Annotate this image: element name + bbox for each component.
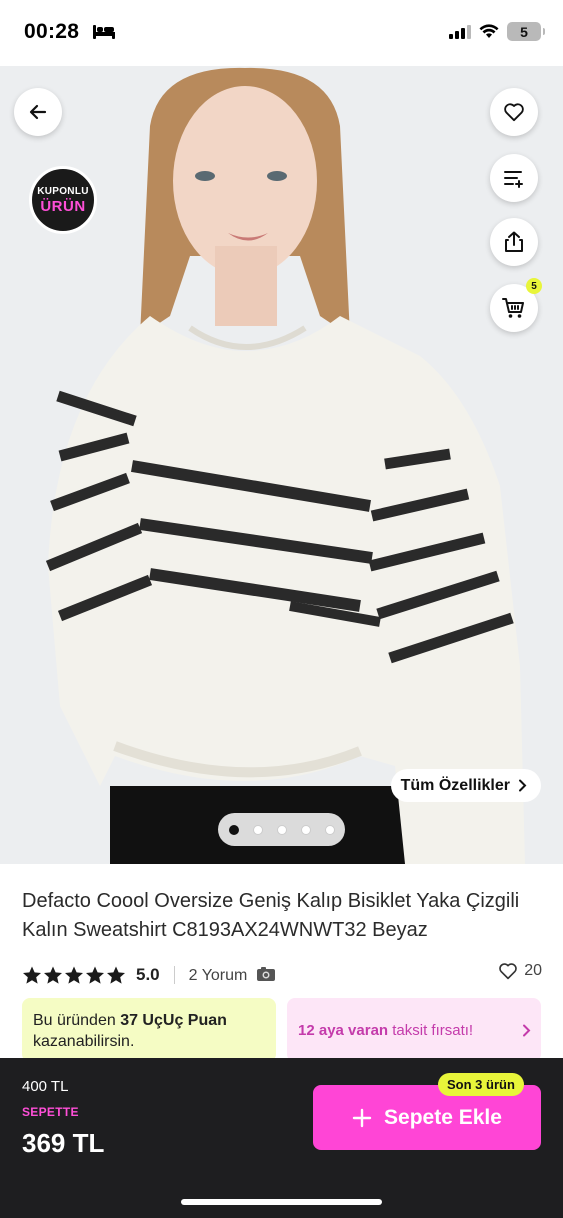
coupon-badge: KUPONLU ÜRÜN	[29, 166, 97, 234]
product-title: Defacto Coool Oversize Geniş Kalıp Bisik…	[22, 890, 520, 941]
cart-icon	[502, 298, 524, 318]
original-price: 400 TL	[22, 1078, 69, 1095]
image-pager[interactable]	[218, 813, 345, 846]
sleep-mode-icon	[93, 25, 115, 39]
share-icon	[505, 231, 523, 252]
reviews-link[interactable]: 2 Yorum	[189, 966, 276, 985]
points-prefix: Bu üründen	[33, 1012, 121, 1029]
stock-badge: Son 3 ürün	[438, 1073, 524, 1096]
basket-price: 369 TL	[22, 1128, 105, 1158]
chevron-right-icon	[523, 1024, 531, 1036]
favorite-button[interactable]	[490, 88, 538, 136]
reviews-label: 2 Yorum	[188, 966, 248, 984]
heart-icon	[499, 963, 517, 980]
favorite-count-value: 20	[524, 962, 542, 979]
pager-dot[interactable]	[228, 824, 239, 835]
signal-icon	[449, 24, 471, 39]
list-add-icon	[504, 171, 523, 188]
star-icon	[86, 966, 104, 984]
wifi-icon	[479, 24, 499, 38]
chevron-right-icon	[519, 779, 527, 792]
installment-bold: 12 aya varan	[298, 1021, 389, 1039]
pager-dot[interactable]	[276, 824, 287, 835]
points-suffix: kazanabilirsin.	[33, 1033, 135, 1050]
purchase-bar: 400 TL SEPETTE 369 TL Sepete Ekle Son 3 …	[0, 1058, 563, 1218]
points-amount: 37 UçUç Puan	[120, 1012, 227, 1029]
status-time: 00:28	[24, 20, 80, 43]
star-icon	[23, 966, 41, 984]
camera-icon	[256, 966, 275, 981]
heart-icon	[504, 103, 524, 122]
favorite-count[interactable]: 20	[498, 962, 542, 980]
coupon-badge-bottom: ÜRÜN	[40, 197, 86, 215]
share-button[interactable]	[490, 218, 538, 266]
add-to-cart-label: Sepete Ekle	[384, 1105, 502, 1129]
cart-button[interactable]: 5	[490, 278, 542, 332]
basket-price-label: SEPETTE	[22, 1105, 79, 1119]
installment-promo-button[interactable]: 12 aya varan taksit fırsatı!	[287, 998, 541, 1062]
points-promo-box: Bu üründen 37 UçUç Puan kazanabilirsin.	[22, 998, 276, 1062]
coupon-badge-top: KUPONLU	[37, 185, 89, 197]
arrow-left-icon	[29, 104, 47, 120]
divider	[173, 966, 175, 984]
installment-text: 12 aya varan taksit fırsatı!	[298, 1022, 473, 1039]
cart-count-badge: 5	[526, 278, 542, 294]
plus-icon	[352, 1108, 372, 1127]
star-icon	[65, 966, 83, 984]
star-icon	[107, 966, 125, 984]
star-icon	[44, 966, 62, 984]
rating-value: 5.0	[136, 965, 160, 984]
rating-row: 5.0 2 Yorum 20	[22, 962, 542, 988]
pager-dot[interactable]	[324, 824, 335, 835]
home-indicator	[181, 1199, 382, 1205]
back-button[interactable]	[14, 88, 62, 136]
pager-dot[interactable]	[252, 824, 263, 835]
status-bar: 00:28 5	[0, 0, 563, 66]
add-to-list-button[interactable]	[490, 154, 538, 202]
rating-stars	[22, 966, 126, 985]
all-features-label: Tüm Özellikler	[400, 776, 510, 794]
installment-label: taksit fırsatı!	[388, 1021, 474, 1039]
pager-dot[interactable]	[300, 824, 311, 835]
all-features-button[interactable]: Tüm Özellikler	[390, 769, 541, 802]
product-image-gallery[interactable]: KUPONLU ÜRÜN 5 Tüm Özellikler	[0, 66, 563, 864]
battery-indicator: 5	[507, 22, 545, 41]
